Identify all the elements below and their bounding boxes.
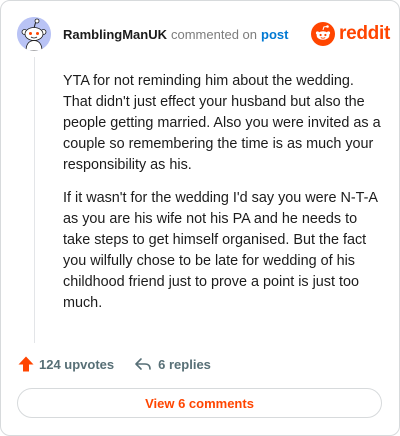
reddit-logo-icon [311,22,335,46]
reddit-logo[interactable]: reddit [311,21,390,47]
thread-line [34,57,35,343]
post-link[interactable]: post [261,27,288,42]
comment-body: YTA for not reminding him about the wedd… [63,71,385,326]
comment-actions: 124 upvotes 6 replies [17,353,211,375]
commented-on-text: commented on [171,27,257,42]
view-comments-button[interactable]: View 6 comments [17,388,382,418]
comment-paragraph: If it wasn't for the wedding I'd say you… [63,190,378,311]
replies-button[interactable]: 6 replies [134,355,211,373]
snoo-avatar-icon [17,17,51,51]
reddit-wordmark: reddit [339,23,390,44]
user-avatar[interactable] [17,17,51,51]
reply-arrow-icon [135,358,151,370]
comment-header: RamblingManUK commented on post [63,27,288,43]
username-link[interactable]: RamblingManUK [63,27,167,42]
upvote-arrow-icon [18,356,34,372]
upvote-count: 124 upvotes [39,356,115,372]
upvote-button[interactable]: 124 upvotes [17,355,114,373]
reply-count: 6 replies [158,356,211,372]
comment-card: RamblingManUK commented on post reddit YTA… [0,0,400,436]
comment-paragraph: YTA for not reminding him about the wedd… [63,73,381,173]
